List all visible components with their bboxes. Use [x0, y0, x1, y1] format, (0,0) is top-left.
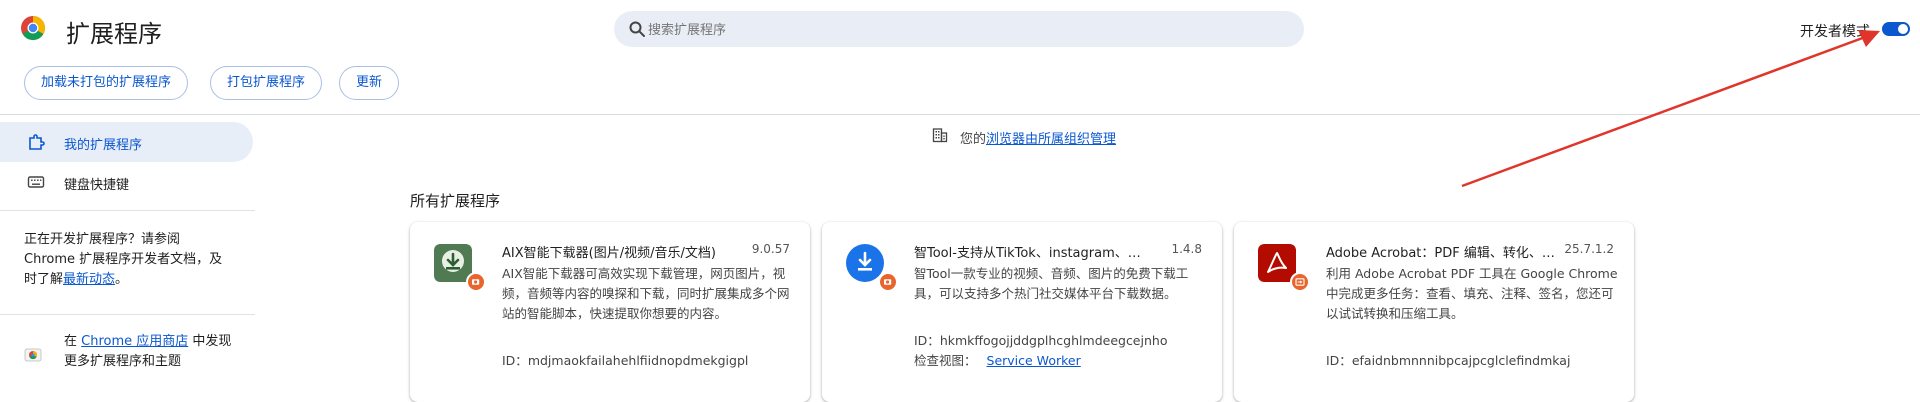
extension-description: 智Tool一款专业的视频、音频、图片的免费下载工具，可以支持多个热门社交媒体平台…	[914, 266, 1189, 301]
extension-id-label: ID：	[502, 353, 528, 368]
toggle-knob	[1898, 24, 1908, 34]
chrome-web-store-icon	[24, 348, 42, 362]
building-icon	[932, 128, 948, 143]
web-store-prefix: 在	[64, 334, 78, 349]
service-worker-link[interactable]: Service Worker	[987, 353, 1081, 368]
extension-id-label: ID：	[914, 333, 940, 348]
search-icon	[629, 21, 645, 37]
sidebar-divider	[0, 210, 255, 211]
extension-version: 9.0.57	[751, 242, 790, 256]
record-badge-icon	[466, 272, 486, 292]
chrome-logo-icon	[21, 15, 46, 41]
extension-description: AIX智能下载器可高效实现下载管理，网页图片，视频，音频等内容的嗅探和下载，同时…	[502, 266, 790, 321]
search-input[interactable]	[646, 19, 1290, 41]
extension-id-label: ID：	[1326, 353, 1352, 368]
keyboard-icon	[27, 176, 45, 188]
puzzle-icon	[29, 134, 45, 150]
developer-note: 正在开发扩展程序？请参阅 Chrome 扩展程序开发者文档，及时了解最新动态。	[24, 230, 224, 290]
inspect-views-label: 检查视图：	[914, 353, 977, 368]
extension-id: mdjmaokfailahehlfiidnopdmekgigpl	[527, 353, 749, 368]
developer-mode-label: 开发者模式	[1800, 24, 1870, 40]
developer-note-end: 。	[115, 272, 129, 287]
inspect-views-row: 检查视图： Service Worker	[914, 350, 1081, 369]
sidebar-item-keyboard-shortcuts[interactable]: 键盘快捷键	[0, 162, 253, 202]
extension-description: 利用 Adobe Acrobat PDF 工具在 Google Chrome 中…	[1326, 266, 1618, 321]
extension-name: Adobe Acrobat：PDF 编辑、转化、签…	[1326, 246, 1556, 261]
section-title: 所有扩展程序	[410, 192, 501, 210]
sidebar-divider	[0, 314, 255, 315]
search-box[interactable]	[614, 11, 1304, 47]
extension-card[interactable]: Adobe Acrobat：PDF 编辑、转化、签… 25.7.1.2 利用 A…	[1234, 222, 1634, 402]
page-title: 扩展程序	[66, 20, 162, 48]
extension-id: efaidnbmnnnibpcajpcglclefindmkaj	[1351, 353, 1571, 368]
extension-id-row: ID：hkmkffogojjddgplhcghlmdeegcejnho	[914, 330, 1167, 349]
pack-extension-button[interactable]: 打包扩展程序	[210, 66, 323, 100]
extension-id-row: ID：efaidnbmnnnibpcajpcglclefindmkaj	[1326, 350, 1570, 369]
sidebar-item-label: 键盘快捷键	[64, 178, 130, 193]
update-button[interactable]: 更新	[339, 66, 400, 100]
managed-prefix: 您的	[960, 132, 987, 147]
sidebar-item-label: 我的扩展程序	[64, 138, 143, 153]
chrome-web-store-link[interactable]: Chrome 应用商店	[81, 334, 188, 349]
record-badge-icon	[878, 272, 898, 292]
latest-news-link[interactable]: 最新动态	[63, 272, 115, 287]
extension-card[interactable]: AIX智能下载器(图片/视频/音乐/文档) 9.0.57 AIX智能下载器可高效…	[410, 222, 810, 402]
extension-name: 智Tool-支持从TikTok、instagram、twitter…	[914, 246, 1144, 261]
managed-by-org-link[interactable]: 浏览器由所属组织管理	[986, 128, 1116, 147]
web-store-note: 在 Chrome 应用商店 中发现更多扩展程序和主题	[64, 332, 244, 372]
pdf-convert-badge-icon	[1290, 272, 1310, 292]
header-divider	[0, 114, 1920, 115]
extension-card[interactable]: 智Tool-支持从TikTok、instagram、twitter… 1.4.8…	[822, 222, 1222, 402]
extension-id: hkmkffogojjddgplhcghlmdeegcejnho	[939, 333, 1168, 348]
top-bar: 扩展程序 开发者模式	[0, 0, 1920, 58]
extension-version: 1.4.8	[1171, 242, 1202, 256]
developer-mode-toggle[interactable]	[1882, 22, 1910, 36]
load-unpacked-button[interactable]: 加载未打包的扩展程序	[24, 66, 189, 100]
sidebar-item-my-extensions[interactable]: 我的扩展程序	[0, 122, 253, 162]
extension-name: AIX智能下载器(图片/视频/音乐/文档)	[502, 246, 716, 261]
extension-id-row: ID：mdjmaokfailahehlfiidnopdmekgigpl	[502, 350, 748, 369]
extension-version: 25.7.1.2	[1564, 242, 1614, 256]
